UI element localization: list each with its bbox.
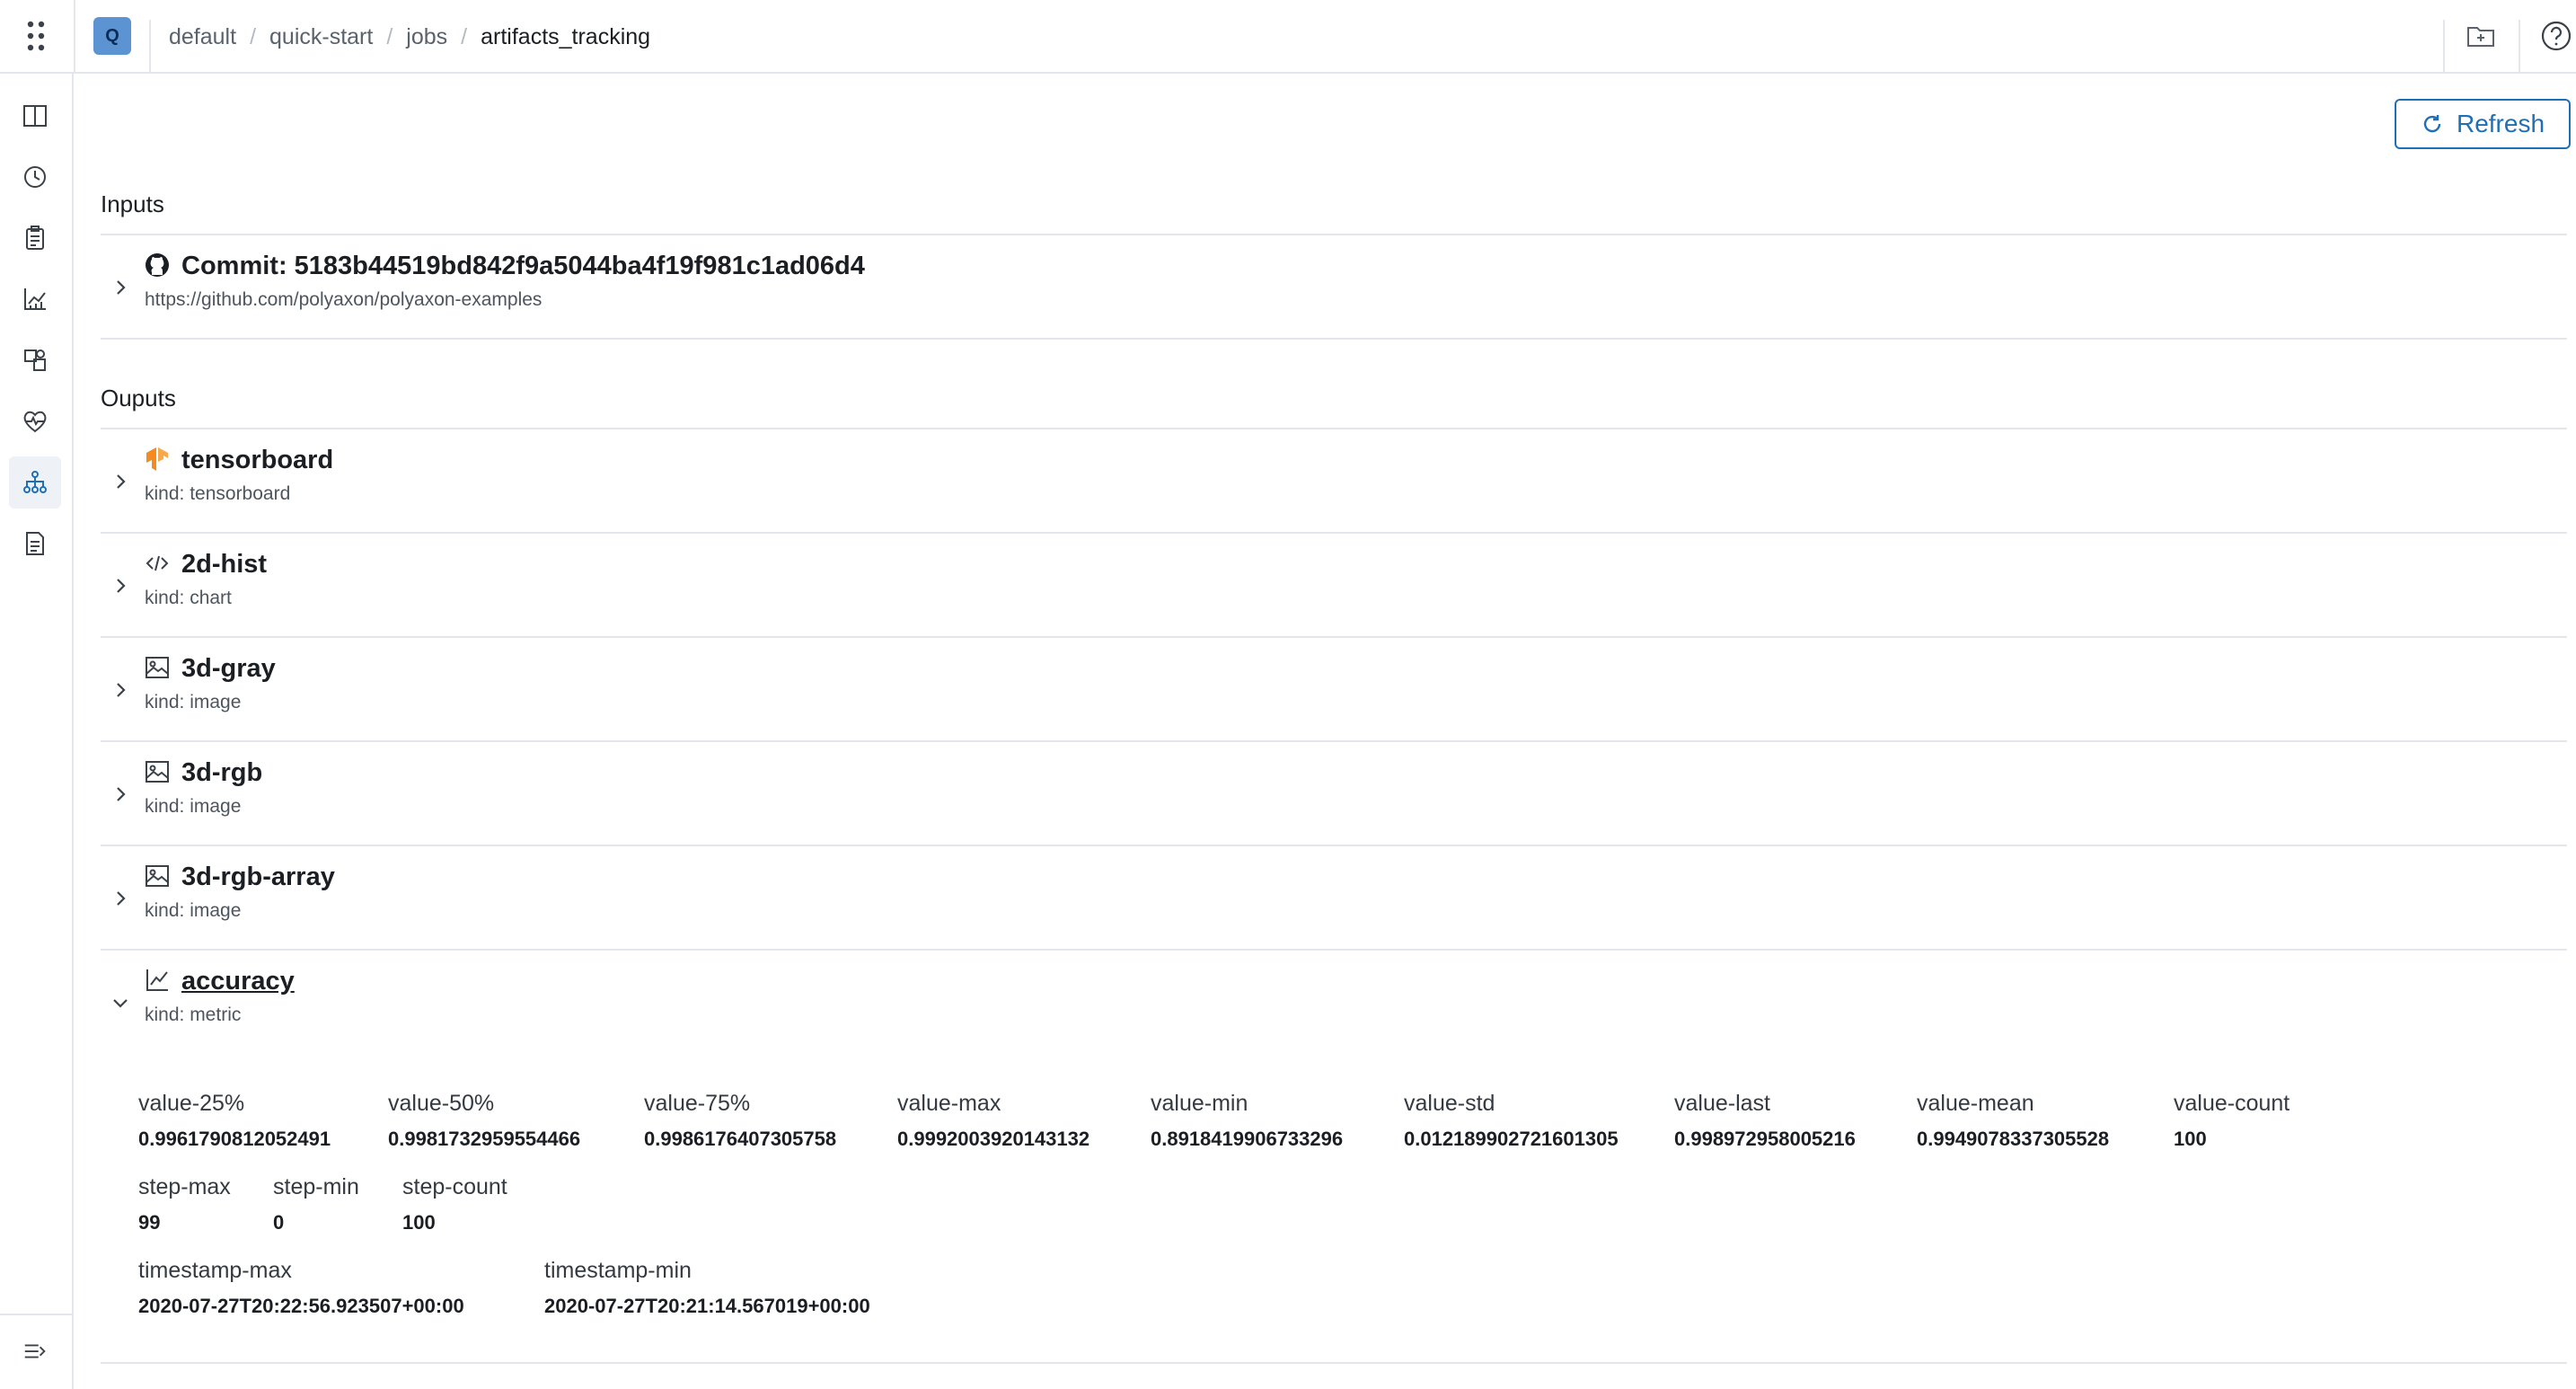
output-kind: kind: image <box>145 900 242 921</box>
divider <box>149 20 151 72</box>
apps-menu-icon[interactable] <box>23 20 49 52</box>
image-icon <box>146 865 169 887</box>
list-item-accuracy[interactable]: accuracy kind: metric <box>101 952 2567 1055</box>
commit-url: https://github.com/polyaxon/polyaxon-exa… <box>145 289 543 310</box>
project-avatar[interactable]: Q <box>93 17 131 55</box>
stat-step-count: step-count 100 <box>402 1174 507 1234</box>
clipboard-icon <box>26 226 44 250</box>
chevron-right-icon[interactable] <box>110 575 131 597</box>
output-title: 3d-rgb <box>181 758 263 787</box>
divider <box>101 428 2567 429</box>
refresh-label: Refresh <box>2456 110 2545 137</box>
stat-timestamp-min: timestamp-min 2020-07-27T20:21:14.567019+… <box>544 1258 870 1317</box>
list-item-3d-gray[interactable]: 3d-gray kind: image <box>101 640 2567 742</box>
output-title: 2d-hist <box>181 550 268 579</box>
list-item-3d-rgb-array[interactable]: 3d-rgb-array kind: image <box>101 848 2567 951</box>
help-icon[interactable] <box>2538 18 2574 54</box>
book-icon <box>23 105 47 127</box>
divider <box>0 1314 74 1315</box>
line-chart-icon <box>146 969 168 991</box>
breadcrumb-project[interactable]: quick-start <box>269 24 373 50</box>
list-item-3d-rgb[interactable]: 3d-rgb kind: image <box>101 744 2567 846</box>
chevron-down-icon[interactable] <box>110 992 131 1013</box>
stat-value-std: value-std 0.012189902721601305 <box>1404 1091 1619 1150</box>
stat-value-max: value-max 0.9992003920143132 <box>897 1091 1090 1150</box>
sidebar-item-overview[interactable] <box>9 90 61 142</box>
divider <box>101 338 2567 340</box>
divider <box>101 740 2567 742</box>
sidebar <box>0 74 74 1389</box>
divider <box>101 234 2567 235</box>
chevron-right-icon[interactable] <box>110 679 131 701</box>
stat-step-min: step-min 0 <box>273 1174 359 1234</box>
list-item-2d-hist[interactable]: 2d-hist kind: chart <box>101 535 2567 638</box>
breadcrumb: default / quick-start / jobs / artifacts… <box>169 23 651 50</box>
output-title: tensorboard <box>181 446 334 474</box>
output-kind: kind: chart <box>145 588 232 608</box>
output-kind: kind: image <box>145 692 242 712</box>
divider <box>2519 20 2520 72</box>
list-item-commit[interactable]: Commit: 5183b44519bd842f9a5044ba4f19f981… <box>101 237 2567 340</box>
stat-value-count: value-count 100 <box>2174 1091 2290 1150</box>
tensorflow-icon <box>146 447 168 471</box>
chart-icon <box>24 288 46 310</box>
folder-add-icon[interactable] <box>2465 20 2497 52</box>
clock-icon <box>24 166 46 188</box>
inputs-section-title: Inputs <box>101 190 164 217</box>
stat-timestamp-max: timestamp-max 2020-07-27T20:22:56.923507+… <box>138 1258 464 1317</box>
chevron-right-icon[interactable] <box>110 277 131 298</box>
image-icon <box>146 657 169 678</box>
document-icon <box>26 532 44 555</box>
outputs-section-title: Ouputs <box>101 385 176 411</box>
image-icon <box>146 761 169 783</box>
chevron-right-icon[interactable] <box>110 888 131 909</box>
output-title[interactable]: accuracy <box>181 967 295 996</box>
sidebar-item-health[interactable] <box>9 395 61 447</box>
stat-value-mean: value-mean 0.9949078337305528 <box>1917 1091 2110 1150</box>
code-icon <box>146 555 169 571</box>
commit-title: Commit: 5183b44519bd842f9a5044ba4f19f981… <box>181 252 865 280</box>
expand-sidebar-icon <box>24 1344 46 1358</box>
stat-value-25: value-25% 0.9961790812052491 <box>138 1091 331 1150</box>
divider <box>101 949 2567 951</box>
stat-value-50: value-50% 0.9981732959554466 <box>388 1091 581 1150</box>
refresh-icon <box>2423 115 2441 133</box>
output-title: 3d-rgb-array <box>181 863 335 891</box>
divider <box>74 0 75 74</box>
breadcrumb-jobs[interactable]: jobs <box>406 24 447 50</box>
divider <box>2443 20 2445 72</box>
sidebar-expand-button[interactable] <box>9 1325 61 1377</box>
divider <box>101 845 2567 846</box>
github-icon <box>146 253 169 277</box>
output-kind: kind: metric <box>145 1004 242 1025</box>
stat-value-min: value-min 0.8918419906733296 <box>1151 1091 1344 1150</box>
output-kind: kind: tensorboard <box>145 483 291 504</box>
shapes-icon <box>24 349 46 371</box>
chevron-right-icon[interactable] <box>110 471 131 492</box>
breadcrumb-owner[interactable]: default <box>169 24 236 50</box>
sidebar-item-dashboards[interactable] <box>9 273 61 325</box>
stat-value-75: value-75% 0.9986176407305758 <box>644 1091 837 1150</box>
output-kind: kind: image <box>145 796 242 817</box>
sidebar-item-logs[interactable] <box>9 212 61 264</box>
output-title: 3d-gray <box>181 654 276 683</box>
sidebar-item-resources[interactable] <box>9 334 61 386</box>
divider <box>101 1362 2567 1364</box>
sidebar-item-specification[interactable] <box>9 518 61 570</box>
stat-step-max: step-max 99 <box>138 1174 231 1234</box>
divider <box>101 532 2567 534</box>
hierarchy-icon <box>23 471 47 493</box>
top-bar: Q default / quick-start / jobs / artifac… <box>0 0 2576 74</box>
chevron-right-icon[interactable] <box>110 783 131 805</box>
list-item-tensorboard[interactable]: tensorboard kind: tensorboard <box>101 431 2567 534</box>
breadcrumb-current: artifacts_tracking <box>481 23 651 49</box>
refresh-button[interactable]: Refresh <box>2395 99 2571 149</box>
stat-value-last: value-last 0.998972958005216 <box>1674 1091 1856 1150</box>
heart-pulse-icon <box>23 411 47 433</box>
sidebar-item-lineage[interactable] <box>9 456 61 509</box>
sidebar-item-timeline[interactable] <box>9 151 61 203</box>
divider <box>101 636 2567 638</box>
